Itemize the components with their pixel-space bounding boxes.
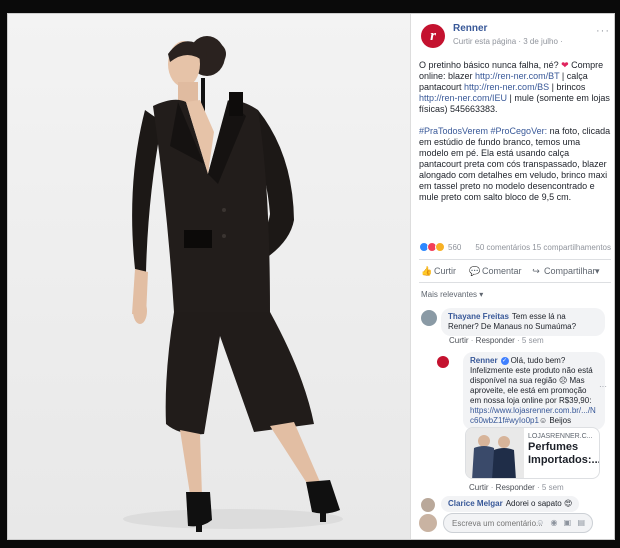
comment-like-link[interactable]: Curtir — [469, 483, 489, 492]
reaction-summary[interactable]: 560 — [419, 242, 461, 252]
post-text-intro: O pretinho básico nunca falha, né? — [419, 60, 562, 70]
brincos-link[interactable]: http://ren-ner.com/IEU — [419, 93, 507, 103]
reply-text-kiss: Beijos — [547, 416, 572, 425]
comment-reply-link[interactable]: Responder — [476, 336, 515, 345]
composer-tools-icons[interactable]: ☺ ◉ ▣ ▤ — [536, 518, 587, 527]
reaction-selector-icon: ▾ — [595, 266, 600, 276]
like-button[interactable]: 👍 Curtir — [421, 266, 456, 277]
more-options-icon[interactable]: ··· — [596, 25, 610, 37]
comment-time: 5 sem — [521, 336, 544, 345]
card-thumbnail-image — [466, 428, 524, 478]
post-header: r Renner Curtir esta página · 3 de julho… — [421, 22, 610, 52]
comment-thayane: Thayane Freitas Tem esse lá na Renner? De… — [421, 308, 609, 348]
post-photo[interactable] — [8, 14, 410, 539]
post-paragraph-2: #PraTodosVerem #ProCegoVer: na foto, cli… — [419, 126, 611, 203]
comment-composer: ☺ ◉ ▣ ▤ — [419, 512, 611, 534]
post-paragraph-1: O pretinho básico nunca falha, né? ❤ Com… — [419, 60, 611, 115]
heart-emoji-icon: ❤ — [561, 60, 569, 70]
blazer-link[interactable]: http://ren-ner.com/BT — [475, 71, 559, 81]
verified-badge-icon: ✓ — [500, 356, 509, 365]
post-stats: 560 50 comentários 15 compartilhamentos — [419, 242, 611, 256]
hashtags-link[interactable]: #PraTodosVerem #ProCegoVer: — [419, 126, 547, 136]
page-subline: Curtir esta página · 3 de julho · — [453, 37, 563, 46]
comment-sort-selector[interactable]: Mais relevantes ▾ — [421, 290, 483, 299]
comment-icon: 💬 — [469, 266, 481, 276]
comment-bubble: Thayane Freitas Tem esse lá na Renner? De… — [441, 308, 605, 336]
card-domain: LOJASRENNER.C... — [528, 433, 593, 440]
avatar[interactable] — [421, 498, 435, 512]
comment-text: Adorei o sapato — [505, 499, 562, 508]
reply-meta: Curtir · Responder · 5 sem — [469, 483, 564, 492]
avatar[interactable] — [437, 356, 449, 368]
comment-label: Comentar — [482, 266, 522, 276]
comment-bubble: Clarice Melgar Adorei o sapato 😍 — [441, 496, 580, 512]
card-text: LOJASRENNER.C... Perfumes Importados:... — [528, 433, 600, 467]
commenter-name[interactable]: Thayane Freitas — [448, 312, 509, 321]
comment-meta: Curtir · Responder · 5 sem — [449, 336, 544, 345]
reaction-selector[interactable]: ▾ — [595, 266, 600, 277]
share-icon: ↪ — [532, 266, 540, 276]
like-label: Curtir — [434, 266, 456, 276]
reply-bubble: Renner ✓ Olá, tudo bem? Infelizmente este … — [463, 352, 605, 430]
calca-link[interactable]: http://ren-ner.com/BS — [464, 82, 549, 92]
card-thumbnail — [466, 428, 524, 478]
heart-eyes-emoji-icon: 😍 — [563, 499, 573, 508]
model-photo-illustration — [8, 14, 410, 539]
post-text: O pretinho básico nunca falha, né? ❤ Com… — [419, 60, 611, 214]
share-button[interactable]: ↪ Compartilhar — [531, 266, 596, 277]
link-preview-card[interactable]: LOJASRENNER.C... Perfumes Importados:... — [465, 427, 600, 479]
comment-like-link[interactable]: Curtir — [449, 336, 469, 345]
post-actions-bar: 👍 Curtir 💬 Comentar ↪ Compartilhar ▾ — [419, 259, 611, 283]
avatar[interactable] — [421, 310, 437, 326]
facebook-photo-viewer: r Renner Curtir esta página · 3 de julho… — [7, 13, 615, 540]
haha-reaction-icon — [435, 242, 445, 252]
page-name-link[interactable]: Renner — [453, 23, 487, 34]
comment-button[interactable]: 💬 Comentar — [469, 266, 522, 277]
reply-product-link[interactable]: https://www.lojasrenner.com.br/.../N c60… — [470, 406, 596, 425]
post-text-brincos: | brincos — [549, 82, 586, 92]
commenter-name[interactable]: Clarice Melgar — [448, 499, 503, 508]
card-title: Perfumes Importados:... — [528, 441, 600, 466]
post-side-panel: r Renner Curtir esta página · 3 de julho… — [410, 14, 614, 539]
thumbs-up-icon: 👍 — [421, 266, 433, 276]
avatar — [419, 514, 437, 532]
comment-time: 5 sem — [541, 483, 564, 492]
comments-shares-count[interactable]: 50 comentários 15 compartilhamentos — [475, 243, 611, 252]
more-options-icon[interactable]: ··· — [599, 382, 607, 391]
smile-face-emoji-icon: ☺ — [538, 416, 548, 425]
page-avatar[interactable]: r — [421, 24, 445, 48]
comment-reply-link[interactable]: Responder — [496, 483, 535, 492]
reaction-count: 560 — [448, 242, 462, 252]
commenter-name[interactable]: Renner — [470, 356, 498, 365]
post-description: na foto, clicada em estúdio de fundo bra… — [419, 126, 611, 202]
share-label: Compartilhar — [544, 266, 596, 276]
